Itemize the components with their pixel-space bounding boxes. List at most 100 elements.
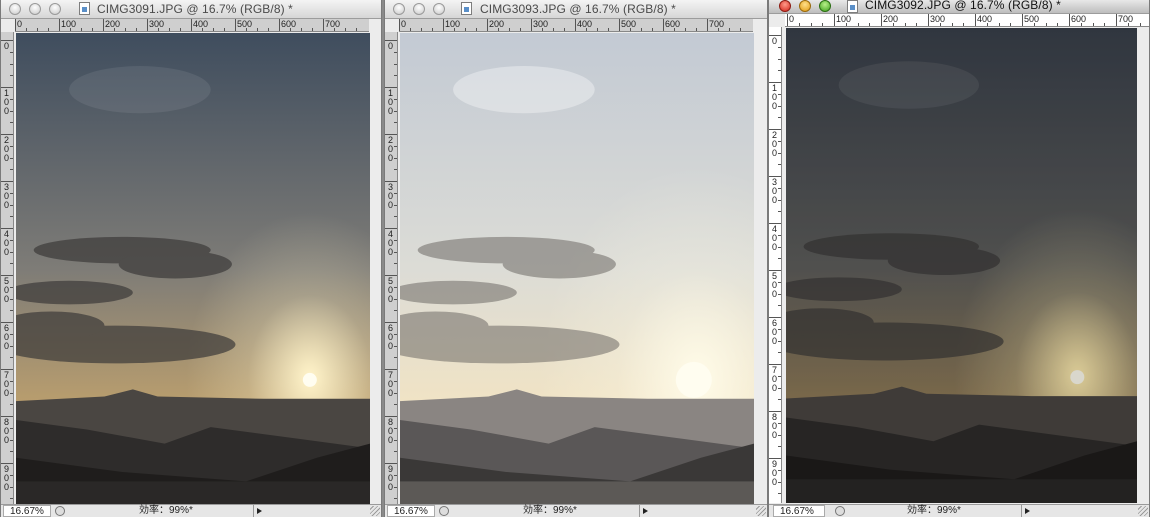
- ruler-tick-label: 500: [1024, 14, 1040, 24]
- ruler-minor-tick: [394, 298, 397, 300]
- ruler-minor-tick: [394, 380, 397, 382]
- ruler-minor-tick: [410, 28, 411, 31]
- ruler-minor-tick: [334, 28, 335, 31]
- ruler-tick-label: 100: [836, 14, 852, 24]
- ruler-minor-tick: [845, 23, 847, 26]
- ruler-tick: [487, 19, 488, 31]
- ruler-tick: [575, 19, 576, 31]
- zoom-icon[interactable]: [433, 3, 445, 15]
- zoom-icon[interactable]: [819, 0, 831, 12]
- ruler-minor-tick: [394, 51, 397, 53]
- horizontal-ruler[interactable]: 0 100 200 300 400 500 600 700: [399, 19, 753, 32]
- ruler-tick-label: 400: [388, 229, 394, 257]
- image-canvas[interactable]: [786, 28, 1137, 503]
- ruler-minor-tick: [1127, 23, 1129, 26]
- ruler-minor-tick: [1104, 23, 1106, 26]
- ruler-minor-tick: [1139, 23, 1141, 26]
- ruler-minor-tick: [48, 28, 49, 31]
- close-icon[interactable]: [9, 3, 21, 15]
- ruler-minor-tick: [10, 380, 13, 382]
- photo-image: [786, 28, 1137, 503]
- horizontal-ruler[interactable]: 0 100 200 300 400 500 600 700: [785, 14, 1149, 27]
- ruler-minor-tick: [37, 28, 38, 31]
- zoom-level[interactable]: 16.67%: [387, 505, 435, 517]
- minimize-icon[interactable]: [413, 3, 425, 15]
- ruler-tick-label: 200: [388, 135, 394, 163]
- ruler-tick: [15, 19, 16, 31]
- image-canvas[interactable]: [400, 33, 754, 505]
- ruler-minor-tick: [10, 427, 13, 429]
- ruler-minor-tick: [10, 98, 13, 100]
- ruler-tick-label: 900: [4, 464, 10, 492]
- ruler-minor-tick: [454, 28, 455, 31]
- minimize-icon[interactable]: [799, 0, 811, 12]
- title-bar[interactable]: CIMG3091.JPG @ 16.7% (RGB/8) *: [1, 0, 381, 19]
- resize-grip-icon[interactable]: [756, 506, 766, 516]
- ruler-tick-label: 100: [61, 19, 77, 29]
- zoom-level[interactable]: 16.67%: [3, 505, 51, 517]
- ruler-tick-label: 300: [930, 14, 946, 24]
- ruler-minor-tick: [1092, 23, 1094, 26]
- ruler-tick-label: 400: [577, 19, 593, 29]
- ruler-tick-label: 600: [772, 318, 778, 346]
- resize-grip-icon[interactable]: [1138, 506, 1148, 516]
- ruler-tick: [147, 19, 148, 31]
- ruler-minor-tick: [718, 28, 719, 31]
- document-icon[interactable]: [79, 2, 90, 15]
- close-icon[interactable]: [393, 3, 405, 15]
- status-menu-arrow-icon[interactable]: [639, 505, 650, 517]
- ruler-minor-tick: [10, 286, 13, 288]
- ruler-minor-tick: [641, 28, 642, 31]
- close-icon[interactable]: [779, 0, 791, 12]
- ruler-minor-tick: [778, 164, 781, 166]
- ruler-tick-label: 200: [4, 135, 10, 163]
- ruler-tick: [707, 19, 708, 31]
- ruler-minor-tick: [509, 28, 510, 31]
- document-icon[interactable]: [847, 0, 858, 13]
- ruler-minor-tick: [213, 28, 214, 31]
- ruler-minor-tick: [778, 199, 781, 201]
- ruler-minor-tick: [158, 28, 159, 31]
- photo-image: [16, 33, 370, 505]
- vertical-ruler[interactable]: 0 100 200 300 400 500 600 700 800 900: [769, 27, 782, 503]
- ruler-tick-label: 300: [388, 182, 394, 210]
- ruler-tick-label: 300: [4, 182, 10, 210]
- ruler-tick-label: 700: [325, 19, 341, 29]
- ruler-minor-tick: [394, 192, 397, 194]
- ruler-minor-tick: [986, 23, 988, 26]
- ruler-tick: [787, 14, 788, 26]
- horizontal-ruler[interactable]: 0 100 200 300 400 500 600 700: [15, 19, 369, 32]
- document-window-2: CIMG3093.JPG @ 16.7% (RGB/8) * 0 100 200 30…: [384, 0, 768, 517]
- title-bar[interactable]: CIMG3093.JPG @ 16.7% (RGB/8) *: [385, 0, 767, 19]
- ruler-minor-tick: [394, 427, 397, 429]
- status-bar: 16.67% 効率：99%*: [769, 504, 1149, 517]
- image-canvas[interactable]: [16, 33, 370, 505]
- ruler-minor-tick: [301, 28, 302, 31]
- ruler-tick: [443, 19, 444, 31]
- minimize-icon[interactable]: [29, 3, 41, 15]
- ruler-minor-tick: [394, 110, 397, 112]
- vertical-ruler[interactable]: 0 100 200 300 400 500 600 700 800 900: [385, 32, 398, 505]
- clock-icon[interactable]: [439, 506, 449, 516]
- zoom-icon[interactable]: [49, 3, 61, 15]
- ruler-minor-tick: [10, 216, 13, 218]
- clock-icon[interactable]: [835, 506, 845, 516]
- status-menu-arrow-icon[interactable]: [253, 505, 264, 517]
- ruler-minor-tick: [778, 211, 781, 213]
- ruler-minor-tick: [394, 169, 397, 171]
- ruler-tick: [663, 19, 664, 31]
- zoom-level[interactable]: 16.67%: [773, 505, 825, 517]
- ruler-minor-tick: [10, 110, 13, 112]
- resize-grip-icon[interactable]: [370, 506, 380, 516]
- title-bar[interactable]: CIMG3092.JPG @ 16.7% (RGB/8) *: [769, 0, 1149, 14]
- vertical-ruler[interactable]: 0 100 200 300 400 500 600 700 800 900: [1, 32, 14, 505]
- ruler-minor-tick: [394, 98, 397, 100]
- clock-icon[interactable]: [55, 506, 65, 516]
- ruler-tick-label: 700: [388, 370, 394, 398]
- ruler-minor-tick: [998, 23, 1000, 26]
- status-menu-arrow-icon[interactable]: [1021, 505, 1032, 517]
- ruler-tick-label: 200: [105, 19, 121, 29]
- ruler-minor-tick: [498, 28, 499, 31]
- ruler-minor-tick: [394, 392, 397, 394]
- document-icon[interactable]: [461, 2, 472, 15]
